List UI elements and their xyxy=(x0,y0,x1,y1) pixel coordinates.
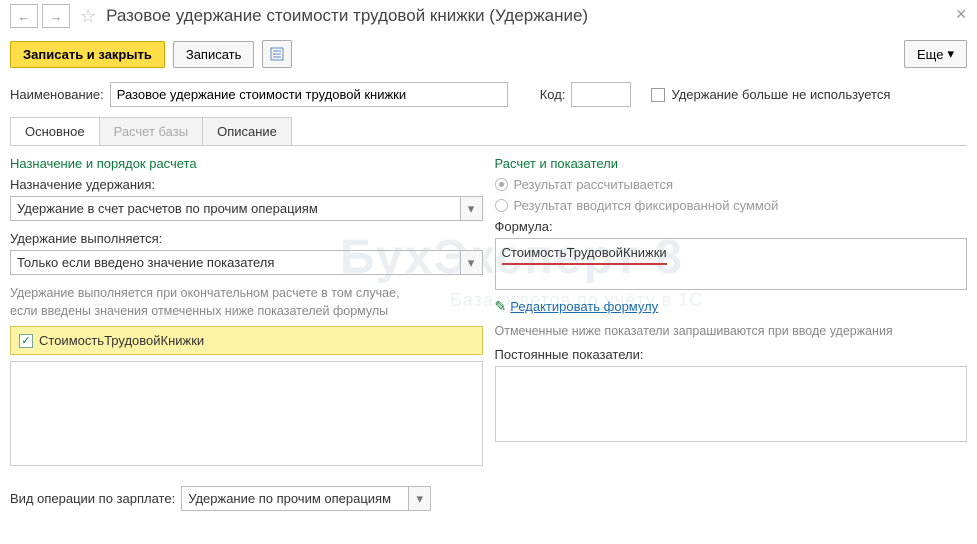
chevron-down-icon[interactable]: ▾ xyxy=(408,487,430,510)
radio-calc xyxy=(495,178,508,191)
purpose-value: Удержание в счет расчетов по прочим опер… xyxy=(11,197,460,220)
formula-label: Формула: xyxy=(495,219,968,234)
radio-fixed xyxy=(495,199,508,212)
tab-base[interactable]: Расчет базы xyxy=(99,117,204,145)
purpose-label: Назначение удержания: xyxy=(10,177,483,192)
when-value: Только если введено значение показателя xyxy=(11,251,460,274)
nav-back-button[interactable]: ← xyxy=(10,4,38,28)
radio-calc-label: Результат рассчитывается xyxy=(514,177,674,192)
close-icon[interactable]: ✕ xyxy=(955,6,967,23)
const-label: Постоянные показатели: xyxy=(495,347,968,362)
not-used-checkbox[interactable] xyxy=(651,88,665,102)
favorite-star-icon[interactable]: ☆ xyxy=(80,6,96,27)
pencil-icon: ✎ xyxy=(495,298,507,315)
tab-main[interactable]: Основное xyxy=(10,117,100,145)
when-select[interactable]: Только если введено значение показателя … xyxy=(10,250,483,275)
indicator-row[interactable]: ✓ СтоимостьТрудовойКнижки xyxy=(10,326,483,355)
left-hint: Удержание выполняется при окончательном … xyxy=(10,285,483,320)
operation-label: Вид операции по зарплате: xyxy=(10,491,175,506)
page-title: Разовое удержание стоимости трудовой кни… xyxy=(106,6,588,26)
ask-hint: Отмеченные ниже показатели запрашиваются… xyxy=(495,323,968,341)
operation-value: Удержание по прочим операциям xyxy=(182,487,408,510)
chevron-down-icon[interactable]: ▾ xyxy=(460,251,482,274)
formula-box: СтоимостьТрудовойКнижки xyxy=(495,238,968,290)
save-close-button[interactable]: Записать и закрыть xyxy=(10,41,165,68)
chevron-down-icon[interactable]: ▾ xyxy=(460,197,482,220)
purpose-select[interactable]: Удержание в счет расчетов по прочим опер… xyxy=(10,196,483,221)
edit-formula-link[interactable]: Редактировать формулу xyxy=(510,299,658,314)
right-section-title: Расчет и показатели xyxy=(495,156,968,171)
not-used-label: Удержание больше не используется xyxy=(671,87,890,102)
save-button[interactable]: Записать xyxy=(173,41,255,68)
name-label: Наименование: xyxy=(10,87,104,102)
tab-desc[interactable]: Описание xyxy=(202,117,292,145)
indicators-listbox[interactable] xyxy=(10,361,483,466)
when-label: Удержание выполняется: xyxy=(10,231,483,246)
list-button[interactable] xyxy=(262,40,292,68)
list-icon xyxy=(270,47,284,61)
operation-select[interactable]: Удержание по прочим операциям ▾ xyxy=(181,486,431,511)
nav-forward-button[interactable]: → xyxy=(42,4,70,28)
formula-text: СтоимостьТрудовойКнижки xyxy=(502,245,667,265)
name-input[interactable] xyxy=(110,82,508,107)
indicator-label: СтоимостьТрудовойКнижки xyxy=(39,333,204,348)
left-section-title: Назначение и порядок расчета xyxy=(10,156,483,171)
code-label: Код: xyxy=(540,87,566,102)
indicator-checkbox[interactable]: ✓ xyxy=(19,334,33,348)
more-label: Еще xyxy=(917,47,943,62)
radio-fixed-label: Результат вводится фиксированной суммой xyxy=(514,198,779,213)
more-button[interactable]: Еще ▾ xyxy=(904,40,967,68)
chevron-down-icon: ▾ xyxy=(947,46,954,62)
const-indicators-listbox[interactable] xyxy=(495,366,968,442)
code-input[interactable] xyxy=(571,82,631,107)
